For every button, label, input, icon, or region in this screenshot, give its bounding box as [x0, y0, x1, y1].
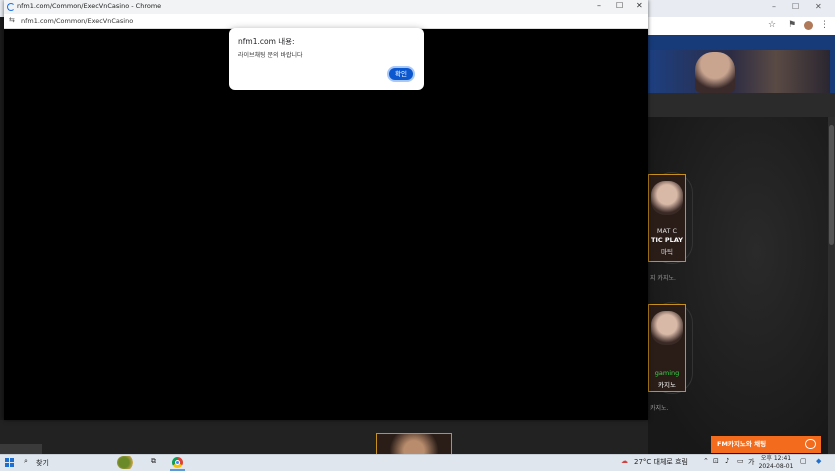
profile-avatar[interactable] — [804, 21, 813, 30]
popup-url: nfm1.com/Common/ExecVnCasino — [21, 17, 134, 25]
card-1-line1: MAT C — [656, 227, 678, 235]
card-model-image — [651, 311, 683, 345]
minimize-icon[interactable]: – — [772, 2, 776, 11]
speaker-icon[interactable]: ♪ — [725, 457, 729, 465]
tray-overflow-icon[interactable]: ⌃ — [703, 457, 709, 465]
network-icon[interactable]: ⊡ — [713, 457, 719, 465]
casino-card-1[interactable]: MAT C TIC PLAY 마틱 — [648, 174, 686, 262]
close-icon[interactable]: ✕ — [815, 2, 822, 11]
popup-address-bar[interactable]: ⇆ nfm1.com/Common/ExecVnCasino — [4, 14, 648, 29]
extensions-icon[interactable]: ⚑ — [788, 20, 796, 30]
background-page-lower — [0, 420, 648, 454]
search-label: 찾기 — [36, 459, 49, 467]
bookmark-star-icon[interactable]: ☆ — [768, 20, 776, 30]
maximize-icon[interactable]: ☐ — [792, 2, 799, 11]
copilot-icon[interactable]: ◆ — [816, 457, 821, 465]
ime-indicator[interactable]: 가 — [748, 457, 754, 467]
card-1-line3: 마틱 — [661, 248, 673, 256]
casino-card-3[interactable] — [376, 433, 452, 456]
site-nav-bar — [648, 93, 835, 117]
page-scrollbar-thumb[interactable] — [829, 125, 834, 245]
hero-banner-image — [650, 50, 830, 93]
card-2-line1: gaming — [654, 369, 680, 377]
chrome-icon[interactable] — [172, 457, 183, 468]
weather-text[interactable]: 27°C 대체로 흐림 — [634, 457, 688, 467]
taskbar-search[interactable]: ⌕ 찾기 — [19, 456, 111, 469]
battery-icon[interactable]: ▭ — [737, 457, 744, 465]
card-model-image — [651, 181, 683, 215]
ok-button[interactable]: 확인 — [387, 66, 415, 82]
background-page-tab — [0, 444, 42, 454]
notification-icon[interactable]: ▢ — [800, 457, 807, 465]
alert-dialog: nfm1.com 내용: 라이브채팅 문의 바랍니다 확인 — [229, 28, 424, 90]
popup-window-title: nfm1.com/Common/ExecVnCasino - Chrome — [17, 2, 162, 10]
task-view-icon[interactable]: ⧉ — [151, 457, 156, 466]
card-2-line2: 카지노 — [658, 381, 676, 389]
loading-spinner-icon — [7, 3, 15, 11]
browser-menu-icon[interactable]: ⋮ — [820, 20, 829, 30]
popup-minimize-button[interactable]: – — [597, 1, 601, 10]
windows-taskbar: ⌕ 찾기 ⧉ ☁ 27°C 대체로 흐림 ⌃ ⊡ ♪ ▭ 가 오후 12:41 … — [0, 454, 835, 471]
search-icon: ⌕ — [24, 457, 28, 465]
widget-avocado-icon[interactable] — [117, 456, 137, 469]
card-1-caption: 지 카지노. — [650, 275, 676, 282]
background-browser-toolbar: ☆ ⚑ ⋮ — [648, 17, 835, 36]
weather-icon: ☁ — [621, 457, 628, 465]
live-chat-label: FM카지노와 채팅 — [717, 440, 767, 448]
dialog-title: nfm1.com 내용: — [238, 37, 295, 46]
popup-close-button[interactable]: ✕ — [636, 1, 643, 10]
taskbar-clock[interactable]: 오후 12:41 2024-08-01 — [758, 455, 794, 471]
card-2-caption: 카지노. — [650, 405, 669, 412]
hero-model-image — [695, 52, 735, 93]
start-button[interactable] — [5, 458, 14, 467]
site-content-area — [648, 117, 828, 454]
live-chat-button[interactable]: FM카지노와 채팅 — [711, 436, 821, 453]
casino-card-2[interactable]: gaming 카지노 — [648, 304, 686, 392]
popup-titlebar: nfm1.com/Common/ExecVnCasino - Chrome – … — [4, 0, 648, 15]
site-info-icon[interactable]: ⇆ — [9, 16, 15, 24]
card-1-line2: TIC PLAY — [651, 236, 683, 244]
popup-maximize-button[interactable]: ☐ — [616, 1, 623, 10]
dialog-message: 라이브채팅 문의 바랍니다 — [238, 52, 303, 59]
clock-time: 오후 12:41 — [760, 455, 792, 462]
chat-bubble-icon — [805, 439, 816, 449]
